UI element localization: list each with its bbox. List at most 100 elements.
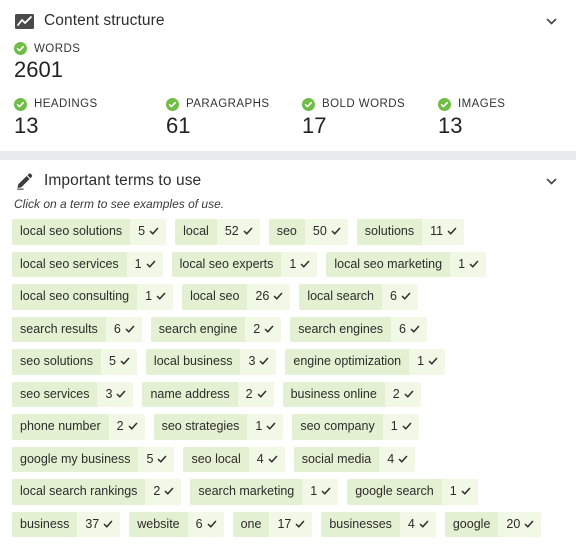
term-pill-label: seo company [292,414,383,440]
term-pill-label: local seo solutions [12,219,131,245]
term-pill[interactable]: website 6 [129,511,224,537]
term-pill[interactable]: one 17 [232,511,313,537]
term-pill[interactable]: local 52 [175,219,260,245]
metric-bold-words-label: BOLD WORDS [322,98,406,110]
check-icon [207,519,217,529]
term-pill[interactable]: local seo experts 1 [171,251,318,277]
metric-bold-words-value: 17 [302,112,327,138]
metric-headings: HEADINGS 13 [0,97,152,140]
term-pill-count: 1 [409,349,446,375]
term-pill-list: local seo solutions 5 local 52 seo 50 solution… [0,219,576,544]
term-pill[interactable]: local seo marketing 1 [326,251,487,277]
metric-bold-words-label-row: BOLD WORDS [288,97,424,111]
term-pill-label: search engines [290,316,392,342]
term-pill-count-value: 4 [407,516,415,531]
check-icon [398,454,408,464]
term-pill[interactable]: seo services 3 [12,381,134,407]
content-structure-header[interactable]: Content structure [0,0,576,36]
metric-words: WORDS 2601 [0,42,576,84]
term-pill-count: 17 [269,511,313,537]
term-pill[interactable]: local seo services 1 [12,251,163,277]
term-pill-count-value: 4 [256,451,264,466]
metric-paragraphs-label: PARAGRAPHS [186,98,270,110]
check-icon [268,454,278,464]
term-pill[interactable]: google my business 5 [12,446,175,472]
term-pill[interactable]: local seo consulting 1 [12,284,174,310]
metric-words-label-row: WORDS [0,42,576,55]
term-pill-count-value: 11 [430,224,444,238]
term-pill[interactable]: business 37 [12,511,121,537]
term-pill[interactable]: local business 3 [145,349,277,375]
term-pill[interactable]: search engine 2 [150,316,282,342]
term-pill-count: 6 [187,511,224,537]
term-pill-label: business online [282,381,385,407]
term-pill-count-value: 2 [253,321,261,336]
term-pill[interactable]: social media 4 [293,446,416,472]
check-icon [404,389,414,399]
term-pill[interactable]: seo local 4 [183,446,285,472]
term-pill-label: local seo marketing [326,251,451,277]
term-pill-count-value: 1 [255,419,263,433]
term-pill[interactable]: seo 50 [268,219,348,245]
term-pill-count-value: 1 [417,354,425,368]
term-pill[interactable]: engine optimization 1 [285,349,446,375]
term-pill-label: phone number [12,414,109,440]
term-pill-label: seo local [183,446,249,472]
term-pill-count-value: 1 [449,484,457,498]
check-icon [428,356,438,366]
term-pill[interactable]: local search 6 [299,284,418,310]
important-terms-card: Important terms to use Click on a term t… [0,160,576,554]
important-terms-header[interactable]: Important terms to use [0,160,576,196]
term-pill-count-value: 1 [390,419,398,433]
term-pill-label: seo [268,219,305,245]
term-pill[interactable]: search results 6 [12,316,142,342]
term-pill-label: one [232,511,270,537]
term-pill-count: 20 [498,511,542,537]
term-pill-label: local seo experts [171,251,282,277]
term-pill-count-value: 5 [146,451,154,466]
term-pill[interactable]: google 20 [444,511,542,537]
term-pill[interactable]: seo strategies 1 [153,414,284,440]
term-pill[interactable]: phone number 2 [12,414,145,440]
term-pill-label: seo solutions [12,349,101,375]
important-terms-title: Important terms to use [44,172,202,189]
term-pill[interactable]: google search 1 [347,479,478,505]
metric-headings-value: 13 [14,112,39,138]
term-pill[interactable]: seo solutions 5 [12,349,137,375]
term-pill-count: 4 [379,446,416,472]
term-pill-label: local [175,219,217,245]
chevron-down-icon[interactable] [540,10,562,32]
term-pill[interactable]: seo company 1 [292,414,419,440]
term-pill[interactable]: local search rankings 2 [12,479,182,505]
term-pill[interactable]: business online 2 [282,381,421,407]
term-pill-count: 1 [382,414,419,440]
term-pill-count-value: 6 [113,321,121,336]
term-pill[interactable]: search marketing 1 [190,479,339,505]
term-pill-count-value: 3 [105,386,113,401]
term-pill-count-value: 2 [153,484,161,498]
term-pill[interactable]: local seo 26 [182,284,291,310]
term-pill[interactable]: local seo solutions 5 [12,219,167,245]
check-icon [149,226,159,236]
check-icon [295,519,305,529]
chart-icon [14,11,34,31]
term-pill[interactable]: search engines 6 [290,316,427,342]
term-pill[interactable]: solutions 11 [356,219,465,245]
term-pill-count: 1 [126,251,163,277]
check-icon [120,356,130,366]
term-pill-count-value: 17 [277,516,292,531]
term-pill-count: 52 [216,219,260,245]
check-icon [419,519,429,529]
metric-images-label: IMAGES [458,98,506,110]
term-pill-count-value: 50 [312,224,327,238]
chevron-down-icon[interactable] [540,170,562,192]
term-pill-count-value: 5 [108,354,116,368]
check-icon [300,259,310,269]
term-pill-count: 3 [240,349,277,375]
term-pill-label: local search rankings [12,479,146,505]
metric-images: IMAGES 13 [424,97,564,140]
term-pill[interactable]: businesses 4 [321,511,436,537]
term-pill-count: 1 [137,284,174,310]
term-pill[interactable]: name address 2 [142,381,274,407]
term-pill-label: businesses [321,511,400,537]
